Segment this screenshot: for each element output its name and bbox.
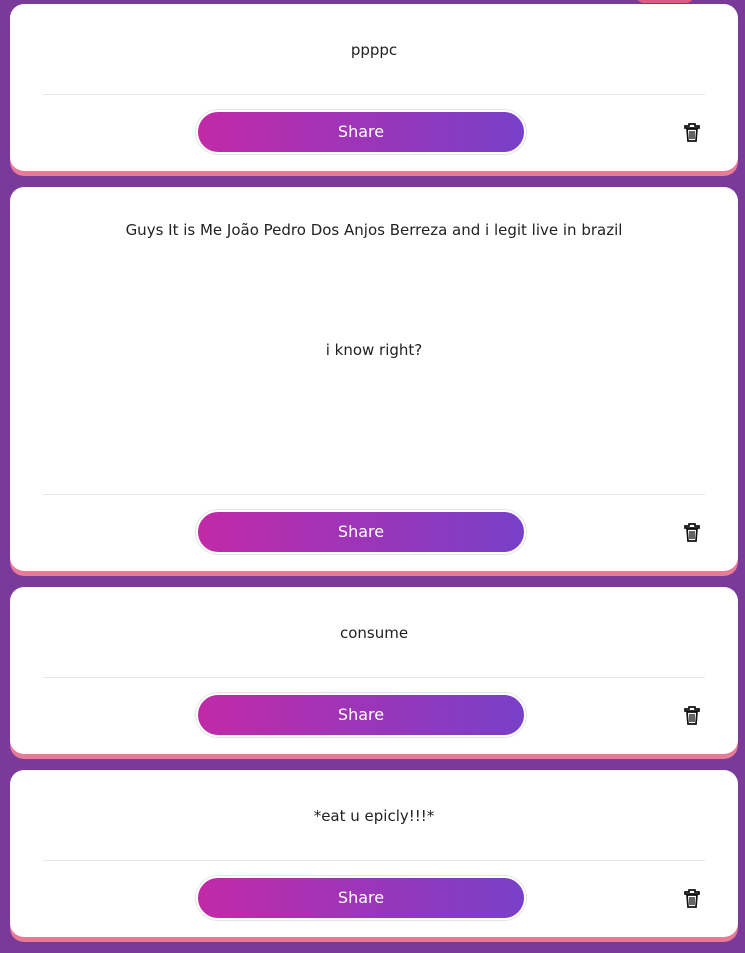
message-text: i know right? — [325, 341, 423, 359]
message-text: Guys It is Me João Pedro Dos Anjos Berre… — [125, 221, 623, 239]
message-text: *eat u epicly!!!* — [313, 807, 435, 825]
share-button[interactable]: Share — [196, 693, 526, 737]
message-content: ppppc — [43, 4, 705, 95]
message-actions: Share — [10, 678, 738, 754]
trash-icon[interactable] — [684, 123, 700, 143]
message-actions: Share — [10, 95, 738, 171]
message-card: Guys It is Me João Pedro Dos Anjos Berre… — [10, 187, 738, 571]
message-card: ppppc Share — [10, 4, 738, 171]
trash-icon[interactable] — [684, 706, 700, 726]
trash-icon[interactable] — [684, 523, 700, 543]
top-tab — [636, 0, 694, 3]
share-button[interactable]: Share — [196, 110, 526, 154]
message-card: consume Share — [10, 587, 738, 754]
share-button[interactable]: Share — [196, 876, 526, 920]
share-button[interactable]: Share — [196, 510, 526, 554]
message-text: ppppc — [350, 41, 398, 59]
message-actions: Share — [10, 861, 738, 937]
message-text: consume — [339, 624, 409, 642]
message-feed: ppppc Share Guys It is Me João Pedro Dos… — [10, 4, 738, 953]
message-actions: Share — [10, 495, 738, 571]
message-content: *eat u epicly!!!* — [43, 770, 705, 861]
message-content: consume — [43, 587, 705, 678]
message-card: *eat u epicly!!!* Share — [10, 770, 738, 937]
trash-icon[interactable] — [684, 889, 700, 909]
message-content: Guys It is Me João Pedro Dos Anjos Berre… — [43, 187, 705, 495]
